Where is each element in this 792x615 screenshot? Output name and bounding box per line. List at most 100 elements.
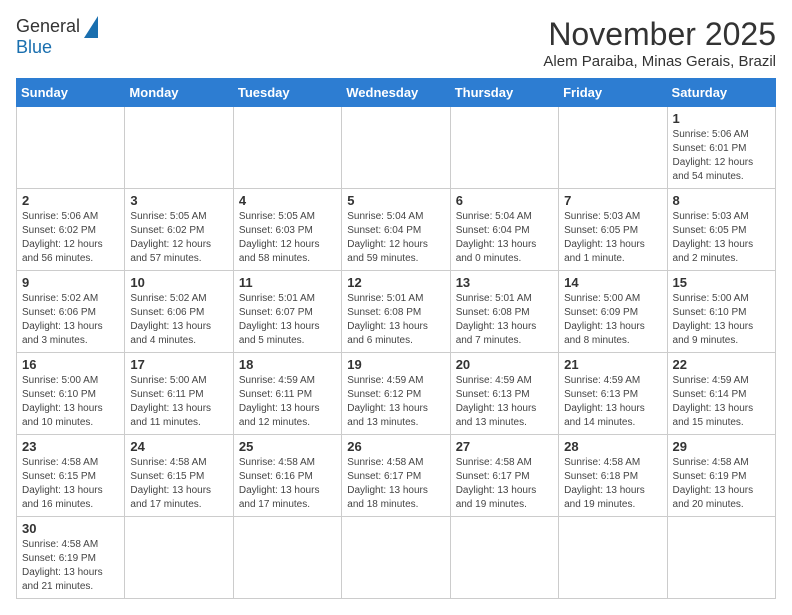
day-info: Sunrise: 5:00 AM Sunset: 6:11 PM Dayligh…	[130, 374, 227, 430]
calendar-week-row: 9 Sunrise: 5:02 AM Sunset: 6:06 PM Daylig…	[17, 271, 776, 353]
col-monday: Monday	[125, 79, 233, 107]
day-number: 13	[456, 275, 553, 290]
calendar-cell: 6Sunrise: 5:04 AM Sunset: 6:04 PM Daylig…	[450, 189, 558, 271]
day-info: Sunrise: 5:04 AM Sunset: 6:04 PM Dayligh…	[347, 210, 444, 266]
calendar-cell	[450, 517, 558, 599]
col-saturday: Saturday	[667, 79, 775, 107]
calendar-cell	[125, 517, 233, 599]
logo-text-general: General	[16, 17, 80, 37]
day-info: Sunrise: 5:01 AM Sunset: 6:07 PM Dayligh…	[239, 292, 336, 348]
calendar-cell: 12 Sunrise: 5:01 AM Sunset: 6:08 PM Dayli…	[342, 271, 450, 353]
calendar-cell: 24Sunrise: 4:58 AM Sunset: 6:15 PM Dayli…	[125, 435, 233, 517]
calendar-week-row: 1Sunrise: 5:06 AM Sunset: 6:01 PM Daylig…	[17, 107, 776, 189]
day-number: 26	[347, 439, 444, 454]
day-number: 2	[22, 193, 119, 208]
day-info: Sunrise: 4:58 AM Sunset: 6:17 PM Dayligh…	[347, 456, 444, 512]
calendar-cell: 1Sunrise: 5:06 AM Sunset: 6:01 PM Daylig…	[667, 107, 775, 189]
calendar-cell: 17 Sunrise: 5:00 AM Sunset: 6:11 PM Dayli…	[125, 353, 233, 435]
calendar-cell: 30Sunrise: 4:58 AM Sunset: 6:19 PM Dayli…	[17, 517, 125, 599]
day-info: Sunrise: 4:59 AM Sunset: 6:12 PM Dayligh…	[347, 374, 444, 430]
day-info: Sunrise: 4:58 AM Sunset: 6:16 PM Dayligh…	[239, 456, 336, 512]
calendar-week-row: 30Sunrise: 4:58 AM Sunset: 6:19 PM Dayli…	[17, 517, 776, 599]
logo: General Blue	[16, 16, 98, 58]
calendar-cell: 16 Sunrise: 5:00 AM Sunset: 6:10 PM Dayli…	[17, 353, 125, 435]
calendar-cell: 15 Sunrise: 5:00 AM Sunset: 6:10 PM Dayli…	[667, 271, 775, 353]
day-number: 10	[130, 275, 227, 290]
col-friday: Friday	[559, 79, 667, 107]
day-number: 22	[673, 357, 770, 372]
calendar-subtitle: Alem Paraiba, Minas Gerais, Brazil	[543, 53, 776, 70]
day-number: 28	[564, 439, 661, 454]
day-info: Sunrise: 5:02 AM Sunset: 6:06 PM Dayligh…	[22, 292, 119, 348]
calendar-cell: 10 Sunrise: 5:02 AM Sunset: 6:06 PM Dayli…	[125, 271, 233, 353]
page-header: General Blue November 2025 Alem Paraiba,…	[16, 16, 776, 70]
calendar-cell: 21Sunrise: 4:59 AM Sunset: 6:13 PM Dayli…	[559, 353, 667, 435]
day-number: 17	[130, 357, 227, 372]
calendar-cell	[233, 107, 341, 189]
day-number: 20	[456, 357, 553, 372]
day-number: 14	[564, 275, 661, 290]
day-info: Sunrise: 5:01 AM Sunset: 6:08 PM Dayligh…	[347, 292, 444, 348]
title-section: November 2025 Alem Paraiba, Minas Gerais…	[543, 16, 776, 70]
day-info: Sunrise: 5:00 AM Sunset: 6:10 PM Dayligh…	[673, 292, 770, 348]
calendar-cell	[342, 107, 450, 189]
calendar-cell: 26 Sunrise: 4:58 AM Sunset: 6:17 PM Dayli…	[342, 435, 450, 517]
day-info: Sunrise: 5:05 AM Sunset: 6:03 PM Dayligh…	[239, 210, 336, 266]
day-info: Sunrise: 5:03 AM Sunset: 6:05 PM Dayligh…	[564, 210, 661, 266]
day-number: 29	[673, 439, 770, 454]
day-number: 3	[130, 193, 227, 208]
calendar-cell: 8Sunrise: 5:03 AM Sunset: 6:05 PM Daylig…	[667, 189, 775, 271]
calendar-cell: 28 Sunrise: 4:58 AM Sunset: 6:18 PM Dayli…	[559, 435, 667, 517]
day-info: Sunrise: 4:59 AM Sunset: 6:14 PM Dayligh…	[673, 374, 770, 430]
day-number: 18	[239, 357, 336, 372]
col-thursday: Thursday	[450, 79, 558, 107]
calendar-cell: 4Sunrise: 5:05 AM Sunset: 6:03 PM Daylig…	[233, 189, 341, 271]
calendar-header-row: Sunday Monday Tuesday Wednesday Thursday…	[17, 79, 776, 107]
day-info: Sunrise: 4:58 AM Sunset: 6:15 PM Dayligh…	[22, 456, 119, 512]
calendar-week-row: 2Sunrise: 5:06 AM Sunset: 6:02 PM Daylig…	[17, 189, 776, 271]
day-number: 27	[456, 439, 553, 454]
calendar-cell	[559, 107, 667, 189]
calendar-table: Sunday Monday Tuesday Wednesday Thursday…	[16, 78, 776, 599]
calendar-cell	[233, 517, 341, 599]
logo-text-blue: Blue	[16, 37, 52, 57]
calendar-cell	[17, 107, 125, 189]
calendar-cell: 3 Sunrise: 5:05 AM Sunset: 6:02 PM Daylig…	[125, 189, 233, 271]
day-info: Sunrise: 4:58 AM Sunset: 6:18 PM Dayligh…	[564, 456, 661, 512]
day-info: Sunrise: 5:00 AM Sunset: 6:09 PM Dayligh…	[564, 292, 661, 348]
calendar-cell	[559, 517, 667, 599]
day-info: Sunrise: 5:00 AM Sunset: 6:10 PM Dayligh…	[22, 374, 119, 430]
calendar-cell: 2Sunrise: 5:06 AM Sunset: 6:02 PM Daylig…	[17, 189, 125, 271]
calendar-cell: 5Sunrise: 5:04 AM Sunset: 6:04 PM Daylig…	[342, 189, 450, 271]
day-number: 15	[673, 275, 770, 290]
day-info: Sunrise: 4:58 AM Sunset: 6:15 PM Dayligh…	[130, 456, 227, 512]
day-info: Sunrise: 5:02 AM Sunset: 6:06 PM Dayligh…	[130, 292, 227, 348]
day-info: Sunrise: 5:05 AM Sunset: 6:02 PM Dayligh…	[130, 210, 227, 266]
calendar-cell: 11 Sunrise: 5:01 AM Sunset: 6:07 PM Dayli…	[233, 271, 341, 353]
day-number: 16	[22, 357, 119, 372]
calendar-cell: 22 Sunrise: 4:59 AM Sunset: 6:14 PM Dayli…	[667, 353, 775, 435]
day-number: 30	[22, 521, 119, 536]
col-wednesday: Wednesday	[342, 79, 450, 107]
calendar-cell: 27 Sunrise: 4:58 AM Sunset: 6:17 PM Dayli…	[450, 435, 558, 517]
day-number: 12	[347, 275, 444, 290]
calendar-cell: 18Sunrise: 4:59 AM Sunset: 6:11 PM Dayli…	[233, 353, 341, 435]
day-number: 11	[239, 275, 336, 290]
day-number: 7	[564, 193, 661, 208]
day-number: 19	[347, 357, 444, 372]
calendar-cell: 19 Sunrise: 4:59 AM Sunset: 6:12 PM Dayli…	[342, 353, 450, 435]
calendar-cell	[125, 107, 233, 189]
calendar-cell: 25Sunrise: 4:58 AM Sunset: 6:16 PM Dayli…	[233, 435, 341, 517]
calendar-cell: 9 Sunrise: 5:02 AM Sunset: 6:06 PM Daylig…	[17, 271, 125, 353]
calendar-week-row: 16 Sunrise: 5:00 AM Sunset: 6:10 PM Dayli…	[17, 353, 776, 435]
calendar-title: November 2025	[543, 16, 776, 53]
col-tuesday: Tuesday	[233, 79, 341, 107]
day-info: Sunrise: 4:58 AM Sunset: 6:17 PM Dayligh…	[456, 456, 553, 512]
calendar-cell: 13Sunrise: 5:01 AM Sunset: 6:08 PM Dayli…	[450, 271, 558, 353]
day-number: 21	[564, 357, 661, 372]
calendar-week-row: 23Sunrise: 4:58 AM Sunset: 6:15 PM Dayli…	[17, 435, 776, 517]
calendar-cell	[667, 517, 775, 599]
calendar-cell: 29Sunrise: 4:58 AM Sunset: 6:19 PM Dayli…	[667, 435, 775, 517]
day-number: 9	[22, 275, 119, 290]
day-number: 1	[673, 111, 770, 126]
